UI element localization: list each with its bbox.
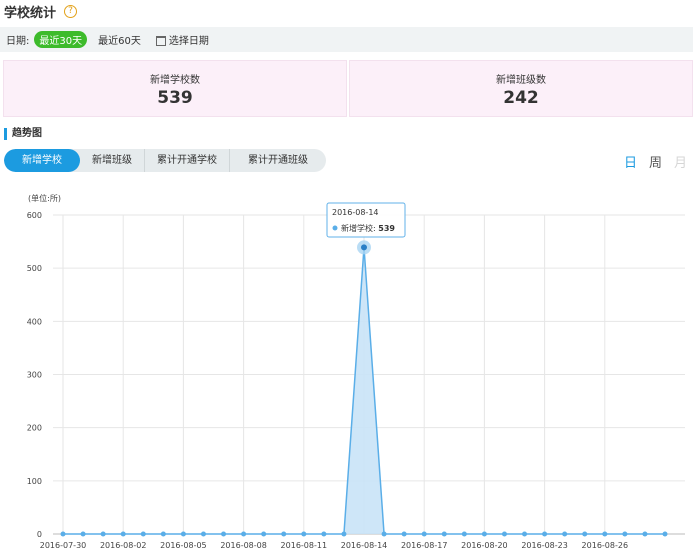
data-point — [662, 531, 668, 537]
data-point — [602, 531, 608, 537]
x-tick-label: 2016-08-14 — [341, 541, 388, 550]
data-point — [200, 531, 206, 537]
tab-new-schools[interactable]: 新增学校 — [4, 149, 80, 172]
data-point — [160, 531, 166, 537]
page-title: 学校统计 — [4, 5, 57, 21]
data-point — [180, 531, 186, 537]
trend-tabs: 新增学校 新增班级 累计开通学校 累计开通班级 — [4, 149, 326, 172]
period-week[interactable]: 周 — [649, 152, 662, 171]
data-point — [481, 531, 487, 537]
x-tick-label: 2016-08-05 — [160, 541, 207, 550]
highlight-point — [361, 244, 367, 251]
date-picker-label[interactable]: 选择日期 — [169, 32, 209, 47]
y-tick-label: 400 — [27, 317, 42, 326]
data-point — [542, 531, 548, 537]
data-point — [120, 531, 126, 537]
x-tick-label: 2016-08-20 — [461, 541, 508, 550]
data-point — [261, 531, 267, 537]
y-tick-label: 0 — [37, 530, 42, 539]
data-point — [522, 531, 528, 537]
trend-chart: (单位:所) 0 100 200 300 400 500 600 2016-07-30 2016-… — [27, 193, 685, 550]
data-point — [441, 531, 447, 537]
data-point — [501, 531, 507, 537]
tab-cumulative-schools[interactable]: 累计开通学校 — [145, 149, 229, 172]
data-point — [582, 531, 588, 537]
tab-cumulative-classes[interactable]: 累计开通班级 — [230, 149, 326, 172]
y-tick-label: 600 — [27, 211, 42, 220]
stat-label: 新增学校数 — [150, 75, 200, 86]
data-point — [301, 531, 307, 537]
period-month: 月 — [673, 156, 687, 171]
data-point — [461, 531, 467, 537]
data-point — [341, 531, 347, 537]
stat-card-new-schools: 新增学校数 539 — [3, 60, 347, 117]
date-label: 日期: — [6, 36, 30, 47]
date-filter-bar: 日期: 最近30天 最近60天 选择日期 — [0, 27, 693, 52]
stat-value: 539 — [157, 88, 193, 108]
period-day[interactable]: 日 — [624, 152, 637, 171]
tooltip-date: 2016-08-14 — [332, 208, 379, 217]
stat-value: 242 — [503, 88, 539, 108]
data-point — [321, 531, 327, 537]
stat-card-new-classes: 新增班级数 242 — [349, 60, 693, 117]
x-tick-label: 2016-07-30 — [40, 541, 87, 550]
data-point — [401, 531, 407, 537]
range-last-60-days[interactable]: 最近60天 — [93, 31, 146, 48]
data-point — [221, 531, 227, 537]
period-switch: 日 周 月 — [624, 152, 687, 171]
y-tick-label: 500 — [27, 264, 42, 273]
question-circle-icon[interactable]: ? — [64, 4, 78, 18]
stat-label: 新增班级数 — [496, 75, 546, 86]
data-point — [140, 531, 146, 537]
data-point — [281, 531, 287, 537]
tooltip-series-marker — [332, 225, 338, 231]
data-point — [642, 531, 648, 537]
data-point — [60, 531, 66, 537]
x-tick-label: 2016-08-26 — [582, 541, 629, 550]
tab-new-classes[interactable]: 新增班级 — [80, 149, 144, 172]
series-area — [63, 247, 665, 534]
x-tick-label: 2016-08-23 — [521, 541, 568, 550]
data-point — [100, 531, 106, 537]
tooltip-series-label: 新增学校: 539 — [341, 223, 395, 233]
trend-heading: 趋势图 — [4, 128, 42, 140]
x-tick-label: 2016-08-17 — [401, 541, 448, 550]
tooltip-value: 539 — [378, 224, 395, 233]
y-tick-label: 100 — [27, 477, 42, 486]
calendar-icon[interactable] — [155, 35, 166, 46]
y-tick-label: 300 — [27, 371, 42, 380]
x-tick-label: 2016-08-02 — [100, 541, 147, 550]
data-point — [381, 531, 387, 537]
stat-cards: 新增学校数 539 新增班级数 242 — [3, 60, 693, 117]
y-tick-label: 200 — [27, 424, 42, 433]
range-last-30-days[interactable]: 最近30天 — [34, 31, 88, 48]
data-point — [241, 531, 247, 537]
data-point — [80, 531, 86, 537]
x-tick-label: 2016-08-11 — [281, 541, 328, 550]
page-header: 学校统计 ? — [4, 2, 78, 21]
data-point — [622, 531, 628, 537]
y-axis-unit-label: (单位:所) — [28, 193, 61, 203]
x-tick-label: 2016-08-08 — [220, 541, 267, 550]
data-point — [421, 531, 427, 537]
data-point — [562, 531, 568, 537]
